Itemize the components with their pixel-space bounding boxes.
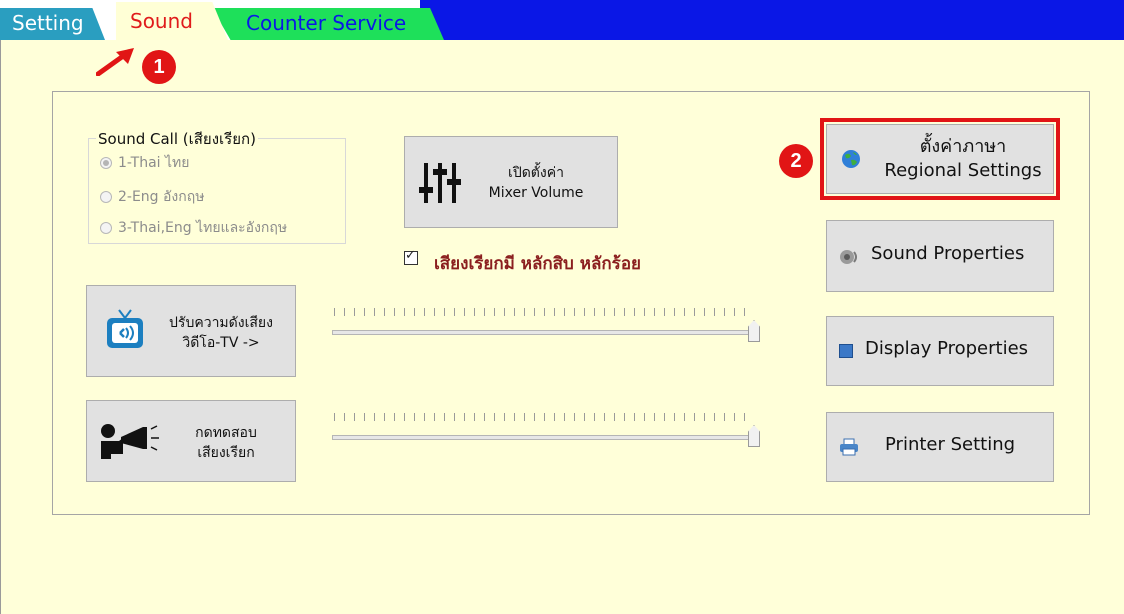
printer-setting-button[interactable]: Printer Setting	[826, 412, 1054, 482]
tab-sound[interactable]: Sound	[116, 2, 228, 40]
tab-setting[interactable]: Setting	[0, 8, 105, 40]
tab-bar: Setting Counter Service Sound	[0, 0, 1124, 40]
tv-volume-line1: ปรับความดังเสียง	[169, 315, 273, 331]
globe-icon	[842, 150, 860, 168]
slider-track	[332, 330, 754, 335]
slider-thumb[interactable]	[748, 320, 760, 342]
radio-eng-label: 2-Eng อังกฤษ	[118, 189, 205, 205]
display-icon	[839, 344, 853, 358]
megaphone-icon	[101, 424, 159, 459]
slider-ticks	[334, 413, 748, 421]
tv-volume-label: ปรับความดังเสียง วิดีโอ-TV ->	[151, 313, 291, 353]
mixer-volume-line1: เปิดตั้งค่า	[508, 165, 564, 181]
test-call-line2: เสียงเรียก	[197, 445, 255, 461]
mixer-sliders-icon	[419, 163, 461, 203]
slider-track	[332, 435, 754, 440]
radio-thai-label: 1-Thai ไทย	[118, 155, 190, 171]
tab-counter-service[interactable]: Counter Service	[212, 8, 444, 40]
tab-bar-background	[420, 0, 1124, 40]
tv-volume-line2: วิดีโอ-TV ->	[182, 335, 260, 351]
sound-properties-label: Sound Properties	[871, 243, 1025, 264]
radio-thai-eng[interactable]: 3-Thai,Eng ไทยและอังกฤษ	[100, 217, 287, 239]
display-properties-button[interactable]: Display Properties	[826, 316, 1054, 386]
sound-call-legend: Sound Call (เสียงเรียก)	[96, 127, 258, 151]
radio-thai-eng-label: 3-Thai,Eng ไทยและอังกฤษ	[118, 220, 288, 236]
tv-volume-slider[interactable]	[330, 308, 764, 348]
test-call-label: กดทดสอบ เสียงเรียก	[171, 423, 281, 463]
mixer-volume-line2: Mixer Volume	[488, 185, 584, 201]
regional-settings-label: ตั้งค่าภาษา Regional Settings	[873, 135, 1053, 183]
printer-setting-label: Printer Setting	[885, 434, 1016, 455]
mixer-volume-label: เปิดตั้งค่า Mixer Volume	[471, 163, 601, 203]
test-call-button[interactable]: กดทดสอบ เสียงเรียก	[86, 400, 296, 482]
radio-button-selected[interactable]	[100, 157, 112, 169]
annotation-arrow-icon	[96, 48, 134, 76]
annotation-badge-2: 2	[779, 144, 813, 178]
sound-properties-button[interactable]: Sound Properties	[826, 220, 1054, 292]
tens-hundreds-label: เสียงเรียกมี หลักสิบ หลักร้อย	[434, 254, 641, 274]
test-call-line1: กดทดสอบ	[195, 425, 257, 441]
radio-eng[interactable]: 2-Eng อังกฤษ	[100, 186, 204, 208]
mixer-volume-button[interactable]: เปิดตั้งค่า Mixer Volume	[404, 136, 618, 228]
regional-settings-button[interactable]: ตั้งค่าภาษา Regional Settings	[826, 124, 1054, 194]
radio-button[interactable]	[100, 191, 112, 203]
display-properties-label: Display Properties	[865, 338, 1029, 359]
slider-thumb[interactable]	[748, 425, 760, 447]
speaker-icon	[840, 250, 857, 264]
radio-thai[interactable]: 1-Thai ไทย	[100, 152, 190, 174]
tv-sound-icon	[107, 309, 143, 348]
regional-settings-line1: ตั้งค่าภาษา	[919, 136, 1007, 157]
slider-ticks	[334, 308, 748, 316]
call-volume-slider[interactable]	[330, 413, 764, 453]
tens-hundreds-checkbox[interactable]	[404, 248, 418, 265]
radio-button[interactable]	[100, 222, 112, 234]
tv-volume-button[interactable]: ปรับความดังเสียง วิดีโอ-TV ->	[86, 285, 296, 377]
annotation-badge-1: 1	[142, 50, 176, 84]
printer-icon	[840, 438, 858, 456]
regional-settings-line2: Regional Settings	[884, 160, 1042, 181]
